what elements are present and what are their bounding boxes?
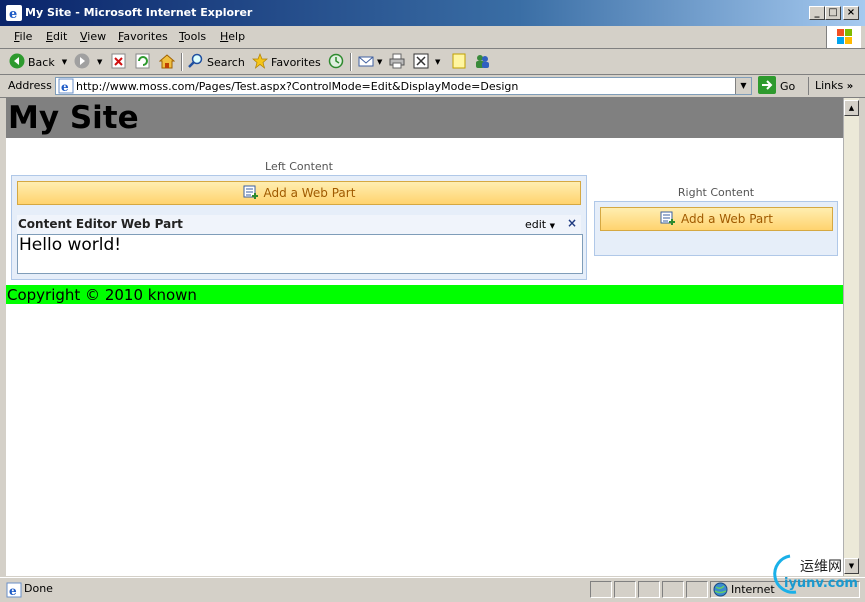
address-dropdown-icon[interactable]: ▼ bbox=[735, 78, 751, 94]
scroll-up-icon[interactable]: ▲ bbox=[844, 100, 859, 116]
mail-dropdown-icon[interactable]: ▼ bbox=[377, 58, 382, 66]
menu-edit[interactable]: Edit bbox=[46, 30, 67, 43]
discuss-icon bbox=[451, 53, 467, 72]
menu-bar: File Edit View Favorites Tools Help bbox=[0, 26, 865, 49]
address-label: Address bbox=[8, 79, 52, 92]
address-url: http://www.moss.com/Pages/Test.aspx?Cont… bbox=[76, 80, 519, 93]
status-pane bbox=[662, 581, 684, 598]
status-pane bbox=[638, 581, 660, 598]
search-button[interactable]: Search bbox=[188, 52, 245, 72]
internet-globe-icon bbox=[713, 582, 728, 600]
site-title: My Site bbox=[8, 100, 139, 136]
favorites-button[interactable]: Favorites bbox=[252, 52, 321, 72]
back-arrow-icon bbox=[9, 53, 25, 72]
stop-button[interactable] bbox=[111, 52, 127, 72]
site-header: My Site bbox=[6, 98, 843, 138]
messenger-button[interactable] bbox=[474, 52, 490, 72]
watermark-cn-text: 运维网 bbox=[800, 559, 842, 575]
forward-button[interactable]: ▼ bbox=[74, 52, 102, 72]
forward-dropdown-icon[interactable]: ▼ bbox=[97, 58, 102, 66]
go-button[interactable]: Go bbox=[758, 75, 795, 97]
status-pane bbox=[686, 581, 708, 598]
menu-tools[interactable]: Tools bbox=[179, 30, 206, 43]
add-web-part-icon bbox=[243, 184, 259, 203]
svg-text:e: e bbox=[9, 584, 17, 598]
window-title: My Site - Microsoft Internet Explorer bbox=[25, 6, 253, 19]
print-button[interactable] bbox=[389, 52, 405, 72]
web-part-title-bar: Content Editor Web Part edit ▼ × bbox=[17, 215, 581, 234]
mail-icon bbox=[358, 53, 374, 72]
page-viewport: My Site Left Content Add a Web Part Cont… bbox=[6, 98, 843, 576]
footer-text: Copyright © 2010 known bbox=[7, 286, 197, 304]
edit-page-button[interactable]: ▼ bbox=[413, 52, 440, 72]
site-footer: Copyright © 2010 known bbox=[6, 285, 843, 304]
discuss-button[interactable] bbox=[451, 52, 467, 72]
title-bar[interactable]: e My Site - Microsoft Internet Explorer … bbox=[0, 0, 865, 26]
menu-favorites[interactable]: Favorites bbox=[118, 30, 168, 43]
svg-text:e: e bbox=[61, 80, 69, 94]
print-icon bbox=[389, 53, 405, 72]
refresh-button[interactable] bbox=[135, 52, 151, 72]
menu-help[interactable]: Help bbox=[220, 30, 245, 43]
left-web-part-zone: Add a Web Part Content Editor Web Part e… bbox=[11, 175, 587, 280]
watermark-domain-text: iyunv.com bbox=[784, 576, 858, 591]
add-web-part-button-right[interactable]: Add a Web Part bbox=[600, 207, 833, 231]
history-button[interactable] bbox=[328, 52, 344, 72]
status-pane bbox=[614, 581, 636, 598]
address-bar: Address e http://www.moss.com/Pages/Test… bbox=[0, 75, 865, 98]
add-web-part-icon bbox=[660, 210, 676, 229]
forward-arrow-icon bbox=[74, 53, 90, 72]
favorites-star-icon bbox=[252, 52, 268, 72]
chevron-down-icon: ▼ bbox=[549, 222, 556, 230]
search-icon bbox=[188, 53, 204, 72]
status-bar: e Done Internet bbox=[0, 577, 865, 602]
go-arrow-icon bbox=[758, 75, 776, 97]
home-icon bbox=[158, 53, 176, 72]
history-icon bbox=[328, 53, 344, 72]
minimize-button[interactable]: _ bbox=[809, 6, 825, 20]
edit-page-icon bbox=[413, 53, 429, 72]
web-part-content: Hello world! bbox=[17, 234, 583, 274]
edit-dropdown-icon[interactable]: ▼ bbox=[435, 58, 440, 66]
vertical-scrollbar[interactable]: ▲ ▼ bbox=[843, 98, 859, 576]
windows-logo-icon bbox=[826, 26, 861, 48]
standard-toolbar: Back ▼ ▼ Search Favorites ▼ ▼ bbox=[0, 49, 865, 75]
toolbar-separator bbox=[808, 77, 809, 95]
toolbar-separator bbox=[350, 53, 352, 71]
home-button[interactable] bbox=[158, 52, 176, 72]
add-web-part-button-left[interactable]: Add a Web Part bbox=[17, 181, 581, 205]
web-part-close-icon[interactable]: × bbox=[567, 216, 577, 230]
status-text: Done bbox=[24, 582, 53, 595]
web-part-body-text: Hello world! bbox=[19, 235, 122, 255]
mail-button[interactable]: ▼ bbox=[358, 52, 382, 72]
menu-view[interactable]: View bbox=[80, 30, 106, 43]
page-done-icon: e bbox=[6, 582, 22, 601]
toolbar-separator bbox=[181, 53, 183, 71]
menu-file[interactable]: File bbox=[14, 30, 32, 43]
address-input[interactable]: e http://www.moss.com/Pages/Test.aspx?Co… bbox=[55, 77, 752, 95]
right-zone-label: Right Content bbox=[677, 186, 755, 199]
svg-text:e: e bbox=[9, 7, 17, 21]
chevron-right-icon: » bbox=[846, 81, 854, 92]
maximize-button[interactable]: □ bbox=[825, 6, 841, 20]
watermark-logo: 运维网 iyunv.com bbox=[760, 552, 862, 598]
page-icon: e bbox=[58, 78, 74, 97]
web-part-title: Content Editor Web Part bbox=[18, 217, 183, 231]
right-web-part-zone: Add a Web Part bbox=[594, 201, 838, 256]
close-button[interactable]: × bbox=[843, 6, 859, 20]
left-zone-label: Left Content bbox=[265, 160, 333, 173]
stop-icon bbox=[111, 53, 127, 72]
status-pane bbox=[590, 581, 612, 598]
links-button[interactable]: Links » bbox=[815, 79, 853, 92]
ie-logo-icon: e bbox=[6, 5, 22, 22]
web-part-edit-menu[interactable]: edit ▼ bbox=[525, 218, 555, 231]
messenger-icon bbox=[474, 53, 490, 72]
refresh-icon bbox=[135, 53, 151, 72]
back-button[interactable]: Back ▼ bbox=[9, 52, 67, 72]
back-dropdown-icon[interactable]: ▼ bbox=[62, 58, 67, 66]
